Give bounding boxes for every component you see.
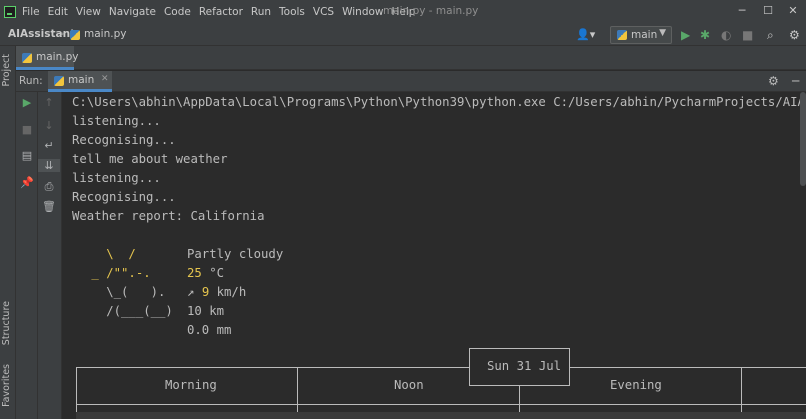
- user-dropdown-icon[interactable]: 👤▾: [576, 28, 595, 41]
- close-icon[interactable]: ✕: [101, 74, 109, 84]
- ide-update-icon[interactable]: ⚙: [789, 28, 800, 42]
- breadcrumb-chevron-icon: ›: [60, 27, 65, 40]
- python-file-icon: [70, 30, 80, 40]
- run-toolbar-primary: ▶ ■ ▤ 📌: [16, 92, 38, 419]
- breadcrumb-project[interactable]: AIAssistant: [8, 28, 75, 40]
- arrow-down-icon[interactable]: ↓: [38, 119, 60, 132]
- menu-window[interactable]: Window: [342, 6, 383, 18]
- weather-art-line: \ /: [84, 247, 136, 261]
- console-line: listening...: [72, 171, 161, 185]
- weather-art-line: _ /"".-.: [84, 266, 151, 280]
- menu-edit[interactable]: Edit: [48, 6, 68, 18]
- project-tool-tab[interactable]: Project: [1, 54, 12, 87]
- editor-tab-label: main.py: [36, 51, 79, 63]
- run-toolbar-secondary: ↑ ↓ ↵ ⇊ ⎙ 🗑: [38, 92, 62, 419]
- soft-wrap-icon[interactable]: ↵: [38, 139, 60, 152]
- run-tab-main[interactable]: main ✕: [48, 71, 112, 92]
- print-icon[interactable]: ⎙: [38, 180, 60, 194]
- menu-vcs[interactable]: VCS: [313, 6, 334, 18]
- run-console[interactable]: C:\Users\abhin\AppData\Local\Programs\Py…: [62, 92, 806, 419]
- python-run-icon: [54, 76, 64, 86]
- restore-layout-icon[interactable]: ▤: [16, 149, 38, 162]
- weather-temperature: 25 °C: [187, 264, 224, 283]
- table-top-border: [76, 367, 806, 368]
- search-icon[interactable]: ⌕: [767, 28, 774, 43]
- editor-tab-main-py[interactable]: main.py: [16, 46, 78, 70]
- gear-icon[interactable]: ⚙: [768, 74, 779, 88]
- console-line: listening...: [72, 114, 161, 128]
- arrow-up-icon[interactable]: ↑: [38, 96, 60, 109]
- table-next-row: [76, 412, 806, 419]
- weather-art-line: \_( ).: [84, 285, 166, 299]
- pin-tab-icon[interactable]: 📌: [16, 176, 38, 189]
- breadcrumb-file[interactable]: main.py: [84, 28, 126, 40]
- weather-wind: ↗ 9 km/h: [187, 283, 246, 302]
- chevron-down-icon: ▼: [659, 28, 666, 38]
- console-scrollbar[interactable]: [800, 92, 806, 186]
- stop-icon[interactable]: ■: [742, 28, 753, 42]
- python-config-icon: [617, 30, 627, 40]
- python-file-icon: [22, 53, 32, 63]
- trash-icon[interactable]: 🗑: [38, 200, 60, 213]
- console-line: C:\Users\abhin\AppData\Local\Programs\Py…: [72, 95, 806, 109]
- run-panel-label: Run:: [19, 75, 43, 87]
- console-line: tell me about weather: [72, 152, 228, 166]
- navigation-bar: AIAssistant › main.py 👤▾ main ▼ ▶ ✱ ◐ ■ …: [0, 24, 806, 46]
- wind-unit: km/h: [209, 285, 247, 299]
- console-line: Recognising...: [72, 133, 176, 147]
- menu-navigate[interactable]: Navigate: [109, 6, 156, 18]
- hide-panel-icon[interactable]: ─: [792, 74, 799, 88]
- run-configuration-label: main: [631, 29, 658, 41]
- left-tool-window-strip: Project Structure Favorites: [0, 46, 16, 419]
- rerun-icon[interactable]: ▶: [16, 96, 38, 109]
- table-header-noon: Noon: [394, 378, 424, 392]
- run-icon[interactable]: ▶: [681, 28, 690, 42]
- weather-condition: Partly cloudy: [187, 247, 284, 261]
- table-header-separator: [76, 404, 806, 405]
- window-title: main.py - main.py: [383, 5, 479, 17]
- weather-precipitation: 0.0 mm: [187, 323, 232, 337]
- temperature-unit: °C: [201, 266, 225, 280]
- menu-file[interactable]: File: [22, 6, 40, 18]
- structure-tool-tab[interactable]: Structure: [1, 301, 12, 345]
- run-tool-window-header: Run: main ✕ ⚙ ─: [16, 71, 806, 92]
- pycharm-logo-icon: [4, 6, 16, 18]
- editor-tab-bar: main.py: [16, 46, 806, 70]
- table-header-evening: Evening: [610, 378, 662, 392]
- forecast-date: Sun 31 Jul: [487, 359, 562, 373]
- weather-art-line: /(___(__): [84, 304, 173, 318]
- menu-run[interactable]: Run: [251, 6, 271, 18]
- stop-icon[interactable]: ■: [16, 123, 38, 136]
- menu-view[interactable]: View: [76, 6, 101, 18]
- run-configuration-selector[interactable]: main ▼: [610, 26, 672, 44]
- menu-tools[interactable]: Tools: [279, 6, 305, 18]
- scroll-to-end-icon[interactable]: ⇊: [38, 159, 60, 172]
- wind-arrow-icon: ↗: [187, 285, 195, 299]
- console-line: Recognising...: [72, 190, 176, 204]
- menu-refactor[interactable]: Refactor: [199, 6, 243, 18]
- window-maximize-button[interactable]: ☐: [758, 3, 778, 19]
- favorites-tool-tab[interactable]: Favorites: [1, 364, 12, 407]
- menu-bar: File Edit View Navigate Code Refactor Ru…: [0, 0, 806, 24]
- console-line: Weather report: California: [72, 209, 265, 223]
- temperature-value: 25: [187, 266, 202, 280]
- menu-code[interactable]: Code: [164, 6, 191, 18]
- weather-visibility: 10 km: [187, 304, 225, 318]
- window-close-button[interactable]: ✕: [783, 3, 803, 19]
- debug-icon[interactable]: ✱: [700, 28, 710, 42]
- table-header-morning: Morning: [165, 378, 217, 392]
- coverage-icon[interactable]: ◐: [721, 28, 731, 42]
- window-minimize-button[interactable]: ─: [732, 3, 752, 19]
- run-tab-label: main: [68, 74, 95, 86]
